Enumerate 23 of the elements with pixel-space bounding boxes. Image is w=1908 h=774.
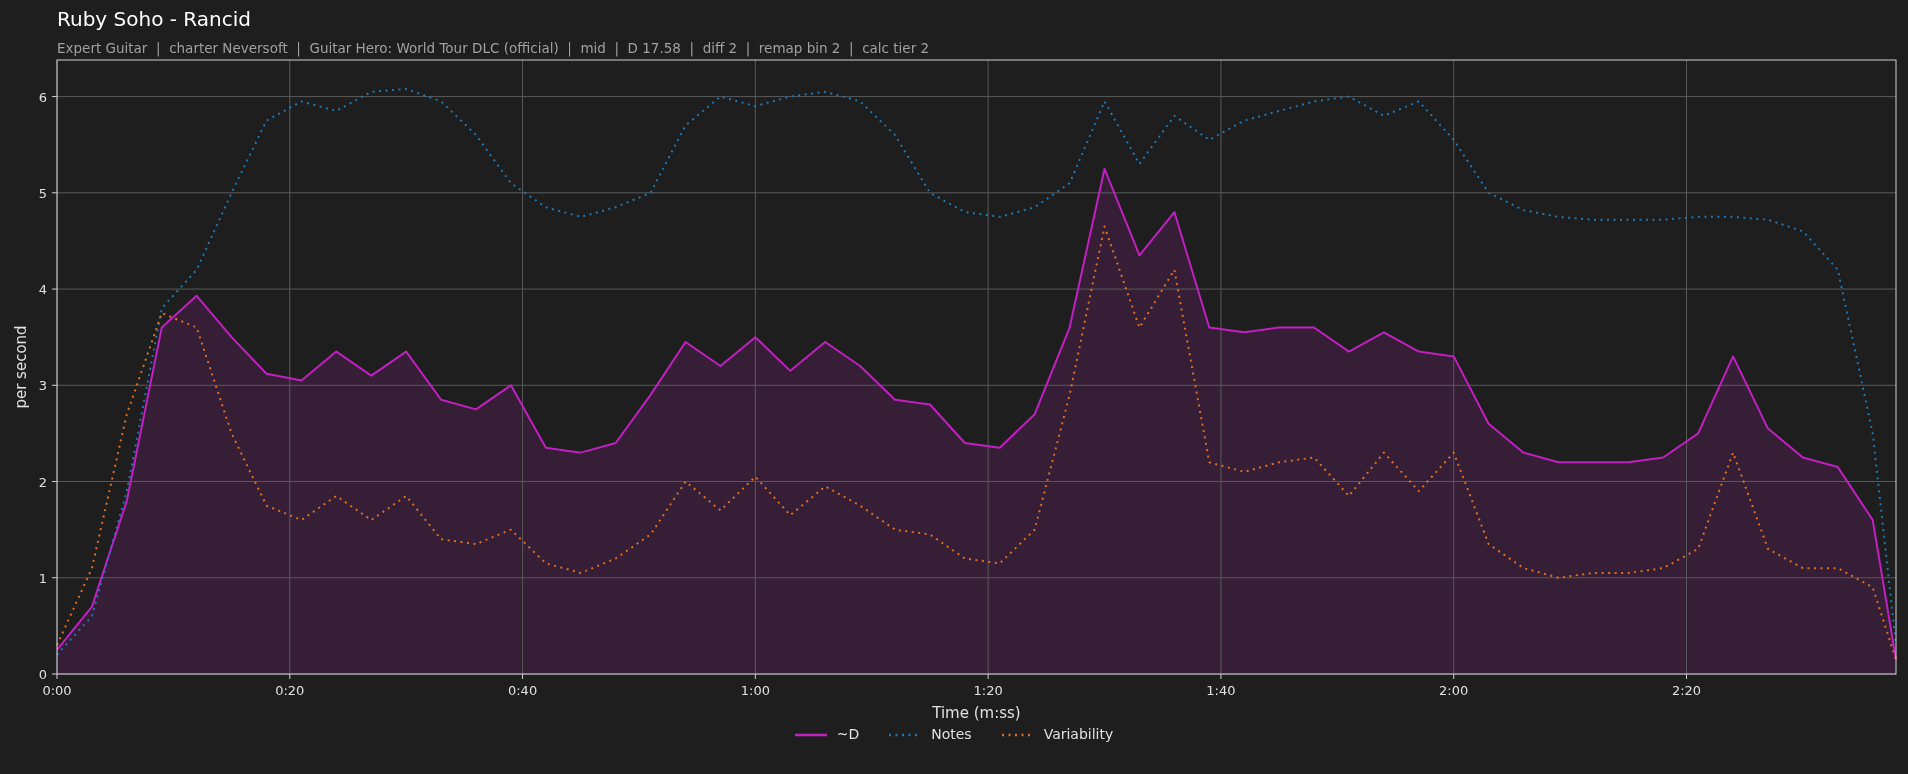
chart-subtitle: Expert Guitar | charter Neversoft | Guitar Hero: World Tour DLC (official) | mid | D 17.58 | diff 2 | remap bin 2 | calc tier 2: [57, 40, 930, 56]
y-axis-label: per second: [12, 325, 30, 409]
legend-line-icon: [794, 732, 827, 737]
y-tick-label: 6: [38, 89, 47, 105]
x-tick-label: 1:00: [740, 683, 770, 698]
legend-label: Variability: [1043, 725, 1114, 744]
x-tick-label: 0:20: [275, 683, 305, 698]
x-tick-label: 0:00: [42, 683, 72, 698]
x-axis-label: Time (m:ss): [932, 704, 1021, 722]
x-tick-label: 1:20: [973, 683, 1003, 698]
chart-title: Ruby Soho - Rancid: [57, 6, 251, 32]
legend-label: ~D: [836, 725, 860, 744]
y-tick-label: 2: [38, 474, 47, 490]
x-tick-label: 2:20: [1671, 683, 1702, 698]
y-tick-label: 4: [38, 282, 47, 298]
x-tick-label: 0:40: [507, 683, 538, 698]
x-tick-label: 1:40: [1206, 683, 1236, 698]
y-tick-label: 3: [38, 378, 47, 394]
y-tick-label: 1: [38, 570, 47, 586]
x-tick-label: 2:00: [1439, 683, 1469, 698]
y-tick-label: 5: [38, 185, 47, 201]
y-tick-label: 0: [38, 667, 47, 682]
legend-label: Notes: [931, 725, 972, 744]
